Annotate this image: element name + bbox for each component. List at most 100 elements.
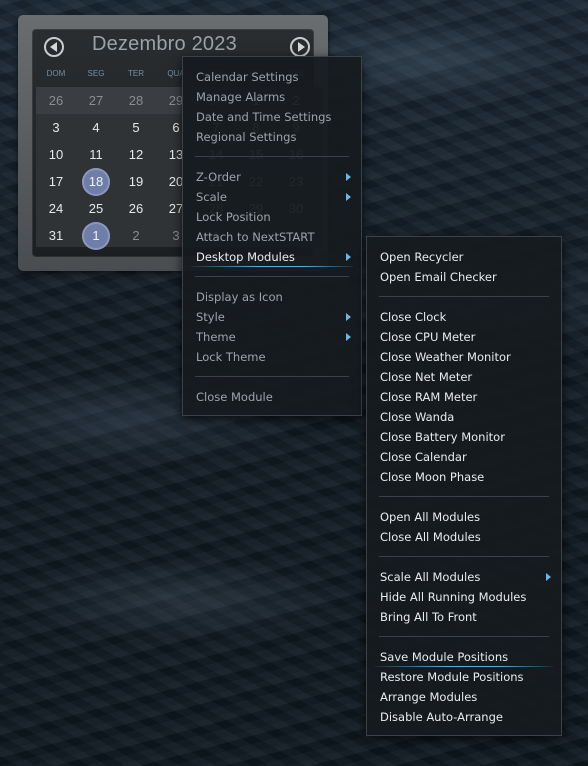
calendar-day-selected[interactable]: 1 [76, 221, 116, 250]
weekday-label: SEG [87, 69, 105, 78]
submenu-hide-all-running[interactable]: Hide All Running Modules [367, 587, 561, 607]
submenu-arrange-modules[interactable]: Arrange Modules [367, 687, 561, 707]
menu-item-label: Close Module [196, 390, 273, 404]
menu-item-label: Close Battery Monitor [380, 430, 505, 444]
menu-separator [379, 636, 549, 637]
submenu-close-wanda[interactable]: Close Wanda [367, 407, 561, 427]
submenu-close-moon-phase[interactable]: Close Moon Phase [367, 467, 561, 487]
menu-item-label: Close All Modules [380, 530, 481, 544]
next-month-button[interactable] [290, 37, 310, 57]
menu-item-desktop-modules[interactable]: Desktop Modules [183, 247, 361, 267]
menu-item-label: Attach to NextSTART [196, 230, 315, 244]
weekday-label: TER [128, 69, 144, 78]
menu-separator [379, 296, 549, 297]
calendar-day[interactable]: 27 [76, 87, 116, 114]
menu-item-lock-position[interactable]: Lock Position [183, 207, 361, 227]
menu-item-label: Scale All Modules [380, 570, 481, 584]
menu-item-label: Open All Modules [380, 510, 481, 524]
menu-item-label: Restore Module Positions [380, 670, 524, 684]
calendar-day[interactable]: 17 [36, 168, 76, 195]
menu-item-display-as-icon[interactable]: Display as Icon [183, 287, 361, 307]
menu-item-manage-alarms[interactable]: Manage Alarms [183, 87, 361, 107]
menu-item-style[interactable]: Style [183, 307, 361, 327]
submenu-close-ram-meter[interactable]: Close RAM Meter [367, 387, 561, 407]
menu-item-z-order[interactable]: Z-Order [183, 167, 361, 187]
submenu-open-all-modules[interactable]: Open All Modules [367, 507, 561, 527]
calendar-day[interactable]: 28 [116, 87, 156, 114]
calendar-day[interactable]: 11 [76, 141, 116, 168]
menu-item-label: Close Weather Monitor [380, 350, 511, 364]
calendar-day-number: 1 [92, 228, 100, 243]
menu-item-label: Style [196, 310, 225, 324]
menu-item-label: Lock Theme [196, 350, 266, 364]
calendar-day[interactable]: 10 [36, 141, 76, 168]
menu-item-date-time-settings[interactable]: Date and Time Settings [183, 107, 361, 127]
menu-separator [379, 496, 549, 497]
menu-item-label: Scale [196, 190, 227, 204]
menu-item-label: Close RAM Meter [380, 390, 478, 404]
submenu-disable-auto-arrange[interactable]: Disable Auto-Arrange [367, 707, 561, 727]
calendar-day-number: 18 [88, 174, 104, 189]
menu-item-label: Close Net Meter [380, 370, 473, 384]
menu-separator [195, 276, 349, 277]
menu-item-label: Desktop Modules [196, 250, 295, 264]
calendar-day-number: 17 [48, 174, 64, 189]
submenu-close-weather-monitor[interactable]: Close Weather Monitor [367, 347, 561, 367]
submenu-close-clock[interactable]: Close Clock [367, 307, 561, 327]
submenu-save-module-positions[interactable]: Save Module Positions [367, 647, 561, 667]
calendar-day[interactable]: 19 [116, 168, 156, 195]
calendar-day[interactable]: 4 [76, 114, 116, 141]
calendar-day[interactable]: 24 [36, 195, 76, 222]
menu-item-label: Close Calendar [380, 450, 467, 464]
submenu-close-all-modules[interactable]: Close All Modules [367, 527, 561, 547]
menu-item-label: Open Email Checker [380, 270, 497, 284]
calendar-day-number: 12 [128, 147, 144, 162]
menu-item-label: Regional Settings [196, 130, 297, 144]
calendar-day[interactable]: 12 [116, 141, 156, 168]
context-menu: Calendar Settings Manage Alarms Date and T… [182, 56, 362, 416]
menu-separator [195, 156, 349, 157]
calendar-day-number: 31 [48, 228, 64, 243]
calendar-day-selected[interactable]: 18 [76, 167, 116, 196]
menu-item-scale[interactable]: Scale [183, 187, 361, 207]
menu-item-label: Close Wanda [380, 410, 455, 424]
calendar-day[interactable]: 25 [76, 195, 116, 222]
menu-item-label: Close Clock [380, 310, 447, 324]
calendar-day[interactable]: 5 [116, 114, 156, 141]
calendar-day-number: 24 [48, 201, 64, 216]
previous-month-button[interactable] [44, 37, 64, 57]
menu-item-theme[interactable]: Theme [183, 327, 361, 347]
calendar-day-number: 28 [128, 93, 144, 108]
menu-separator [195, 376, 349, 377]
menu-item-label: Arrange Modules [380, 690, 478, 704]
menu-item-label: Close CPU Meter [380, 330, 476, 344]
chevron-right-icon [346, 193, 351, 201]
chevron-right-icon [346, 253, 351, 261]
submenu-close-calendar[interactable]: Close Calendar [367, 447, 561, 467]
calendar-day[interactable]: 26 [116, 195, 156, 222]
menu-separator [379, 556, 549, 557]
submenu-bring-all-to-front[interactable]: Bring All To Front [367, 607, 561, 627]
submenu-scale-all-modules[interactable]: Scale All Modules [367, 567, 561, 587]
submenu-open-email-checker[interactable]: Open Email Checker [367, 267, 561, 287]
submenu-close-cpu-meter[interactable]: Close CPU Meter [367, 327, 561, 347]
menu-item-lock-theme[interactable]: Lock Theme [183, 347, 361, 367]
calendar-day[interactable]: 3 [36, 114, 76, 141]
desktop-modules-submenu: Open Recycler Open Email Checker Close Clo… [366, 236, 562, 736]
calendar-day-number: 3 [52, 120, 60, 135]
submenu-close-net-meter[interactable]: Close Net Meter [367, 367, 561, 387]
submenu-close-battery-monitor[interactable]: Close Battery Monitor [367, 427, 561, 447]
menu-item-label: Close Moon Phase [380, 470, 485, 484]
calendar-day[interactable]: 2 [116, 222, 156, 249]
calendar-day[interactable]: 26 [36, 87, 76, 114]
calendar-day-number: 2 [132, 228, 140, 243]
menu-item-attach-nextstart[interactable]: Attach to NextSTART [183, 227, 361, 247]
calendar-day[interactable]: 31 [36, 222, 76, 249]
menu-item-calendar-settings[interactable]: Calendar Settings [183, 67, 361, 87]
menu-item-close-module[interactable]: Close Module [183, 387, 361, 407]
menu-item-label: Z-Order [196, 170, 241, 184]
menu-item-regional-settings[interactable]: Regional Settings [183, 127, 361, 147]
submenu-restore-module-positions[interactable]: Restore Module Positions [367, 667, 561, 687]
calendar-day-number: 25 [88, 201, 104, 216]
submenu-open-recycler[interactable]: Open Recycler [367, 247, 561, 267]
